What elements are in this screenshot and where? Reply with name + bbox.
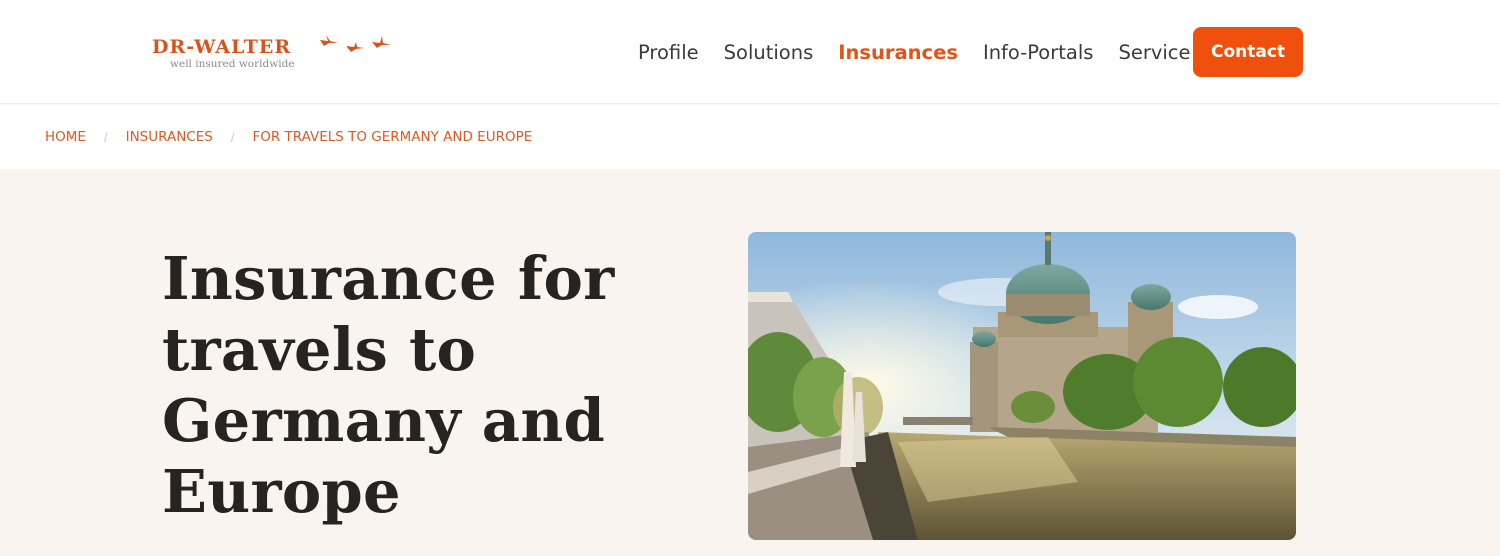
breadcrumb-home[interactable]: HOME (45, 129, 86, 145)
nav-item-profile[interactable]: Profile (638, 41, 699, 64)
nav-item-insurances[interactable]: Insurances (838, 41, 958, 64)
main-nav: Profile Solutions Insurances Info-Portal… (638, 28, 1216, 76)
breadcrumb-separator: / (103, 129, 108, 145)
nav-item-service[interactable]: Service (1118, 41, 1190, 64)
brand-name: DR-WALTER (152, 36, 292, 58)
breadcrumb-current[interactable]: FOR TRAVELS TO GERMANY AND EUROPE (252, 129, 532, 145)
breadcrumb-separator: / (230, 129, 235, 145)
breadcrumb: HOME / INSURANCES / FOR TRAVELS TO GERMA… (0, 105, 1500, 169)
brand-tagline: well insured worldwide (170, 58, 295, 70)
hero-section: Insurance for travels to Germany and Eur… (0, 169, 1500, 556)
site-header: DR-WALTER well insured worldwide Profile… (0, 0, 1500, 104)
contact-button[interactable]: Contact (1193, 27, 1303, 77)
page-title: Insurance for travels to Germany and Eur… (162, 244, 615, 526)
breadcrumb-insurances[interactable]: INSURANCES (126, 129, 213, 145)
nav-item-solutions[interactable]: Solutions (724, 41, 814, 64)
birds-icon (320, 35, 391, 52)
brand-logo[interactable]: DR-WALTER well insured worldwide (152, 34, 402, 74)
berlin-cathedral-photo-icon (748, 232, 1296, 540)
nav-item-info-portals[interactable]: Info-Portals (983, 41, 1094, 64)
berlin-cathedral-image (748, 232, 1296, 540)
